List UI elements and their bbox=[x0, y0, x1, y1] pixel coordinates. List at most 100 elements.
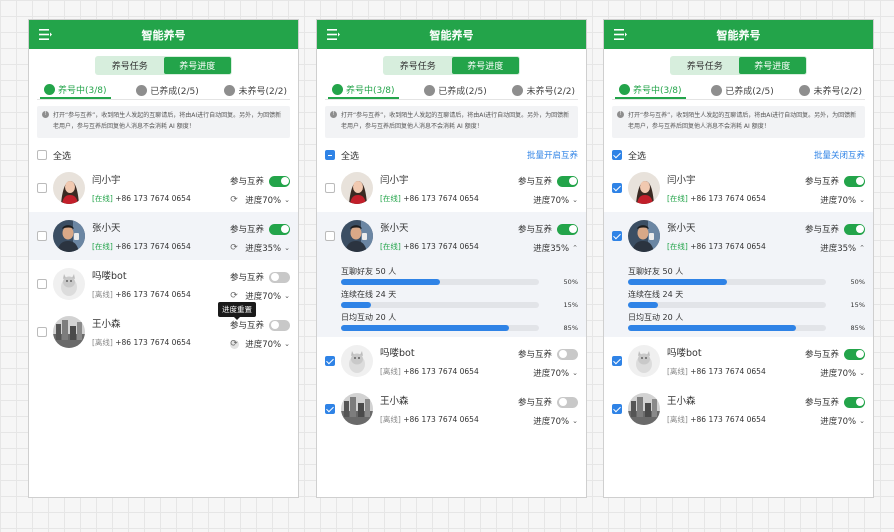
account-row[interactable]: 闫小宇 [在线] +86 173 7674 0654 参与互养 进度70% ⌄ bbox=[317, 164, 586, 212]
chevron-down-icon[interactable]: ⌄ bbox=[284, 292, 290, 300]
seg-tab-task[interactable]: 养号任务 bbox=[96, 57, 164, 74]
detail-label: 日均互动 20 人 bbox=[341, 313, 397, 322]
account-row[interactable]: 张小天 [在线] +86 173 7674 0654 参与互养 进度35% ⌃ bbox=[317, 212, 586, 260]
tab-divider bbox=[37, 99, 290, 100]
reset-icon[interactable]: ⟳ bbox=[230, 195, 239, 205]
row-checkbox[interactable] bbox=[37, 327, 47, 337]
chevron-down-icon[interactable]: ⌄ bbox=[572, 369, 578, 377]
app-header: 智能养号 bbox=[29, 20, 298, 49]
account-row[interactable]: 吗喽bot [离线] +86 173 7674 0654 参与互养 ⟳ 进度70%… bbox=[29, 260, 298, 308]
seg-tab-task[interactable]: 养号任务 bbox=[384, 57, 452, 74]
row-checkbox[interactable] bbox=[37, 183, 47, 193]
x-circle-icon bbox=[224, 84, 236, 96]
row-checkbox[interactable] bbox=[37, 279, 47, 289]
chevron-down-icon[interactable]: ⌄ bbox=[859, 196, 865, 204]
row-checkbox[interactable] bbox=[37, 231, 47, 241]
detail-label: 互聊好友 50 人 bbox=[341, 267, 397, 276]
account-row[interactable]: 王小森 [离线] +86 173 7674 0654 参与互养 进度70% ⌄ bbox=[604, 385, 873, 433]
participate-toggle[interactable] bbox=[557, 348, 578, 360]
row-checkbox[interactable] bbox=[325, 231, 335, 241]
chevron-down-icon[interactable]: ⌄ bbox=[284, 244, 290, 252]
account-row[interactable]: 王小森 [离线] +86 173 7674 0654 参与互养 ⟳ 进度70% ⌄ … bbox=[29, 302, 298, 356]
menu-icon[interactable] bbox=[39, 29, 52, 40]
seg-tab-task[interactable]: 养号任务 bbox=[671, 57, 739, 74]
avatar bbox=[628, 345, 660, 377]
chevron-down-icon[interactable]: ⌄ bbox=[284, 196, 290, 204]
online-status: [在线] bbox=[380, 194, 401, 203]
participate-toggle[interactable] bbox=[557, 396, 578, 408]
chevron-down-icon[interactable]: ⌄ bbox=[284, 340, 290, 348]
participate-label: 参与互养 bbox=[517, 398, 552, 408]
seg-tab-progress[interactable]: 养号进度 bbox=[451, 57, 519, 74]
tab-done[interactable]: 已养成(2/5) bbox=[711, 81, 774, 99]
row-checkbox[interactable] bbox=[325, 404, 335, 414]
account-phone: +86 173 7674 0654 bbox=[115, 194, 191, 203]
chevron-down-icon[interactable]: ⌄ bbox=[859, 417, 865, 425]
tab-not[interactable]: 未养号(2/2) bbox=[224, 81, 287, 99]
participate-toggle[interactable] bbox=[269, 175, 290, 187]
detail-label: 连续在线 24 天 bbox=[628, 290, 684, 299]
select-all-checkbox[interactable] bbox=[37, 150, 47, 160]
detail-bar bbox=[628, 325, 826, 331]
account-phone: +86 173 7674 0654 bbox=[690, 242, 766, 251]
account-phone: +86 173 7674 0654 bbox=[403, 415, 479, 424]
detail-pct: 15% bbox=[563, 301, 578, 309]
participate-toggle[interactable] bbox=[844, 396, 865, 408]
avatar bbox=[628, 393, 660, 425]
tab-raising[interactable]: 养号中(3/8) bbox=[40, 81, 111, 99]
batch-open-button[interactable]: 批量开启互养 bbox=[527, 149, 578, 161]
account-phone: +86 173 7674 0654 bbox=[403, 194, 479, 203]
menu-icon[interactable] bbox=[327, 29, 340, 40]
participate-toggle[interactable] bbox=[269, 319, 290, 331]
account-phone: +86 173 7674 0654 bbox=[115, 242, 191, 251]
detail-item: 日均互动 20 人 85% bbox=[341, 312, 578, 332]
chevron-up-icon[interactable]: ⌃ bbox=[859, 244, 865, 252]
row-checkbox[interactable] bbox=[612, 231, 622, 241]
participate-toggle[interactable] bbox=[844, 348, 865, 360]
tab-raising[interactable]: 养号中(3/8) bbox=[615, 81, 686, 99]
chevron-up-icon[interactable]: ⌃ bbox=[572, 244, 578, 252]
seg-tab-progress[interactable]: 养号进度 bbox=[738, 57, 806, 74]
tab-not[interactable]: 未养号(2/2) bbox=[799, 81, 862, 99]
account-row[interactable]: 王小森 [离线] +86 173 7674 0654 参与互养 进度70% ⌄ bbox=[317, 385, 586, 433]
menu-icon[interactable] bbox=[614, 29, 627, 40]
participate-toggle[interactable] bbox=[269, 271, 290, 283]
account-row[interactable]: 闫小宇 [在线] +86 173 7674 0654 参与互养 ⟳ 进度70% ⌄ bbox=[29, 164, 298, 212]
participate-toggle[interactable] bbox=[844, 223, 865, 235]
select-all-checkbox[interactable] bbox=[612, 150, 622, 160]
app-title: 智能养号 bbox=[429, 28, 474, 42]
reset-icon[interactable]: ⟳ bbox=[230, 291, 239, 301]
account-row[interactable]: 吗喽bot [离线] +86 173 7674 0654 参与互养 进度70% ⌄ bbox=[604, 337, 873, 385]
account-row[interactable]: 闫小宇 [在线] +86 173 7674 0654 参与互养 进度70% ⌄ bbox=[604, 164, 873, 212]
online-status: [在线] bbox=[667, 194, 688, 203]
reset-icon[interactable]: ⟳ bbox=[230, 243, 239, 253]
participate-toggle[interactable] bbox=[557, 223, 578, 235]
tab-done[interactable]: 已养成(2/5) bbox=[136, 81, 199, 99]
row-checkbox[interactable] bbox=[325, 356, 335, 366]
participate-toggle[interactable] bbox=[844, 175, 865, 187]
chevron-down-icon[interactable]: ⌄ bbox=[572, 417, 578, 425]
account-row[interactable]: 吗喽bot [离线] +86 173 7674 0654 参与互养 进度70% ⌄ bbox=[317, 337, 586, 385]
row-checkbox[interactable] bbox=[612, 404, 622, 414]
row-checkbox[interactable] bbox=[325, 183, 335, 193]
row-checkbox[interactable] bbox=[612, 356, 622, 366]
account-row[interactable]: 张小天 [在线] +86 173 7674 0654 参与互养 进度35% ⌃ bbox=[604, 212, 873, 260]
reset-icon[interactable]: ⟳ bbox=[230, 339, 240, 349]
account-row[interactable]: 张小天 [在线] +86 173 7674 0654 参与互养 ⟳ 进度35% ⌄ bbox=[29, 212, 298, 260]
clock-icon bbox=[44, 83, 55, 95]
tab-not[interactable]: 未养号(2/2) bbox=[512, 81, 575, 99]
chevron-down-icon[interactable]: ⌄ bbox=[572, 196, 578, 204]
select-all-checkbox[interactable] bbox=[325, 150, 335, 160]
seg-tab-progress[interactable]: 养号进度 bbox=[163, 57, 231, 74]
participate-toggle[interactable] bbox=[269, 223, 290, 235]
chevron-down-icon[interactable]: ⌄ bbox=[859, 369, 865, 377]
app-header: 智能养号 bbox=[604, 20, 873, 49]
phone-frame-default: 智能养号 养号任务 养号进度 养号中(3/8) 已养成(2/5) 未养号(2/2… bbox=[28, 19, 299, 498]
row-checkbox[interactable] bbox=[612, 183, 622, 193]
tab-raising[interactable]: 养号中(3/8) bbox=[328, 81, 399, 99]
participate-toggle[interactable] bbox=[557, 175, 578, 187]
batch-close-button[interactable]: 批量关闭互养 bbox=[814, 149, 865, 161]
x-circle-icon bbox=[512, 84, 524, 96]
participate-label: 参与互养 bbox=[804, 398, 839, 408]
tab-done[interactable]: 已养成(2/5) bbox=[424, 81, 487, 99]
